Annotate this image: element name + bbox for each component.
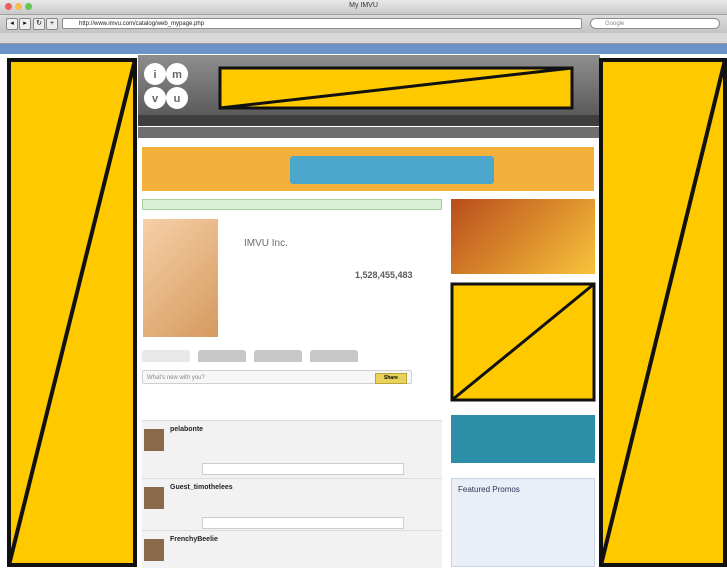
right-redaction-panel bbox=[599, 58, 727, 567]
redaction-overlays bbox=[7, 58, 727, 567]
left-redaction-panel bbox=[7, 58, 137, 567]
sidebar-redaction-panel bbox=[450, 282, 596, 402]
header-redaction-panel bbox=[218, 66, 574, 110]
